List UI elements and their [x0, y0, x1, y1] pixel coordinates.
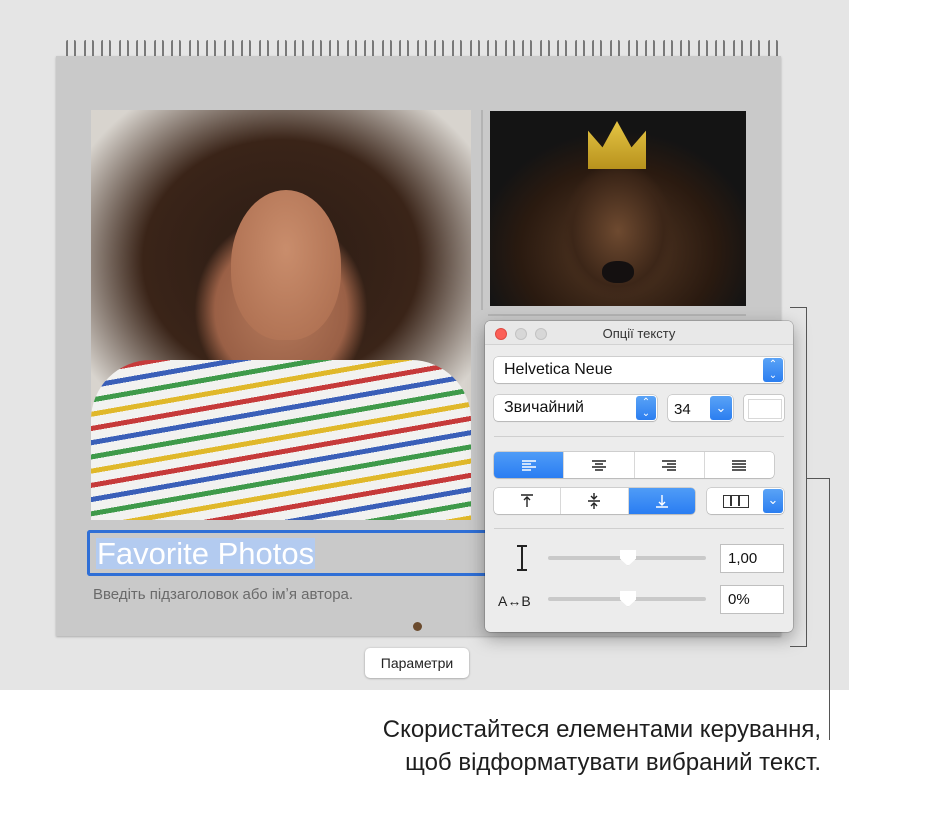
callout-connector — [807, 478, 829, 479]
callout-bracket — [790, 307, 807, 647]
up-down-chevron-icon: ⌃ ⌄ — [763, 358, 783, 382]
align-left-icon — [521, 459, 536, 471]
line-spacing-icon-stem — [521, 547, 523, 569]
font-size-combo[interactable]: 34 ⌄ — [668, 395, 733, 421]
photo-dog[interactable] — [490, 111, 746, 306]
callout-caption: Скористайтеся елементами керування, щоб … — [383, 713, 821, 779]
align-middle-icon — [588, 493, 601, 509]
title-text-box[interactable]: Favorite Photos — [87, 530, 499, 576]
divider-vertical — [481, 110, 483, 310]
font-family-popup[interactable]: Helvetica Neue ⌃ ⌄ — [494, 357, 784, 383]
separator — [494, 436, 784, 437]
panel-title: Опції тексту — [602, 326, 676, 341]
font-family-label: Helvetica Neue — [504, 361, 613, 378]
photo-dog-crown — [588, 121, 646, 169]
align-center-button[interactable] — [564, 452, 635, 478]
photo-woman-face — [231, 190, 341, 340]
vertical-alignment-control — [494, 488, 695, 514]
font-style-label: Звичайний — [504, 399, 584, 416]
horizontal-alignment-control — [494, 452, 774, 478]
align-bottom-button[interactable] — [628, 488, 695, 514]
panel-titlebar[interactable]: Опції тексту — [485, 321, 793, 345]
align-middle-button[interactable] — [561, 488, 629, 514]
line-spacing-icon — [515, 545, 529, 571]
line-spacing-icon-bottom — [517, 569, 527, 571]
font-size-value[interactable]: 34 — [674, 401, 691, 418]
character-spacing-field[interactable]: 0% — [720, 585, 784, 614]
hanging-hole — [413, 622, 422, 631]
separator — [494, 528, 784, 529]
align-top-button[interactable] — [494, 488, 562, 514]
chevron-down-icon: ⌄ — [763, 489, 783, 513]
photo-woman[interactable] — [91, 110, 471, 520]
divider-horizontal — [488, 314, 746, 316]
photo-dog-snout — [602, 261, 634, 283]
line-spacing-slider-thumb[interactable] — [620, 550, 636, 566]
title-text-selected[interactable]: Favorite Photos — [96, 538, 316, 569]
character-spacing-icon: A↔B — [498, 593, 531, 609]
caption-line-1: Скористайтеся елементами керування, — [382, 716, 821, 743]
align-right-icon — [662, 459, 677, 471]
up-down-chevron-icon: ⌃ ⌄ — [636, 396, 656, 420]
line-spacing-slider[interactable] — [548, 550, 706, 566]
text-options-panel: Опції тексту Helvetica Neue ⌃ ⌄ Звичайний… — [485, 321, 793, 632]
photo-woman-shirt — [91, 360, 471, 520]
align-center-icon — [591, 459, 606, 471]
align-top-icon — [521, 494, 534, 507]
text-color-well[interactable] — [744, 395, 784, 421]
justify-icon — [732, 459, 747, 471]
chevron-down-icon[interactable]: ⌄ — [710, 396, 732, 420]
character-spacing-slider[interactable] — [548, 591, 706, 607]
callout-leader-line — [829, 478, 830, 740]
font-style-popup[interactable]: Звичайний ⌃ ⌄ — [494, 395, 657, 421]
character-spacing-slider-thumb[interactable] — [620, 591, 636, 607]
caption-line-2: щоб відформатувати вибраний текст. — [405, 749, 821, 776]
columns-popup[interactable]: ⌄ — [707, 488, 784, 514]
parameters-button[interactable]: Параметри — [365, 648, 469, 678]
line-spacing-field[interactable]: 1,00 — [720, 544, 784, 573]
justify-button[interactable] — [705, 452, 774, 478]
columns-icon — [723, 495, 749, 508]
align-left-button[interactable] — [494, 452, 565, 478]
subtitle-placeholder[interactable]: Введіть підзаголовок або імʼя автора. — [93, 586, 353, 603]
align-right-button[interactable] — [635, 452, 705, 478]
align-bottom-icon — [655, 495, 668, 508]
